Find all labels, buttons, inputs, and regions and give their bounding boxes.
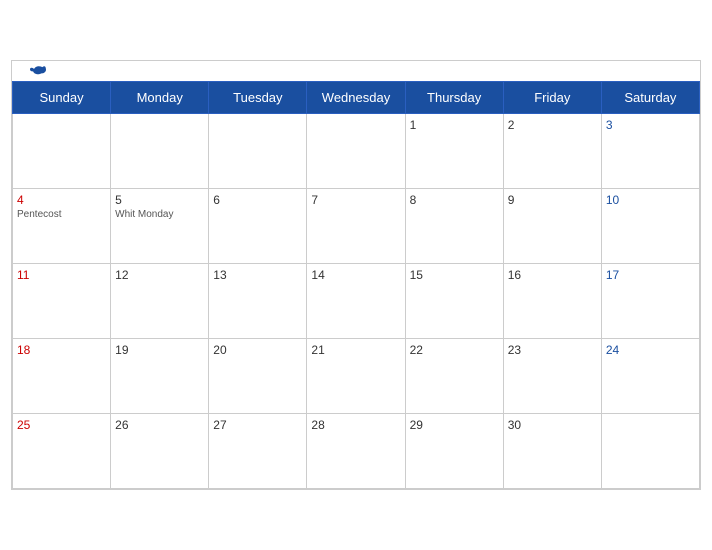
day-number: 16 [508, 268, 597, 282]
calendar-cell: 18 [13, 339, 111, 414]
weekday-header-friday: Friday [503, 82, 601, 114]
calendar-cell: 21 [307, 339, 405, 414]
day-number: 18 [17, 343, 106, 357]
calendar-container: SundayMondayTuesdayWednesdayThursdayFrid… [11, 60, 701, 490]
calendar-cell: 6 [209, 189, 307, 264]
calendar-cell [209, 114, 307, 189]
day-number: 10 [606, 193, 695, 207]
day-number: 9 [508, 193, 597, 207]
calendar-cell: 13 [209, 264, 307, 339]
day-number: 28 [311, 418, 400, 432]
calendar-header [12, 61, 700, 81]
day-number: 27 [213, 418, 302, 432]
calendar-cell: 27 [209, 414, 307, 489]
day-number: 12 [115, 268, 204, 282]
holiday-name: Pentecost [17, 209, 106, 220]
calendar-cell: 7 [307, 189, 405, 264]
calendar-cell: 20 [209, 339, 307, 414]
calendar-cell [307, 114, 405, 189]
calendar-cell: 8 [405, 189, 503, 264]
calendar-cell: 5 Whit Monday [111, 189, 209, 264]
week-row-1: 123 [13, 114, 700, 189]
day-number: 19 [115, 343, 204, 357]
calendar-cell: 23 [503, 339, 601, 414]
calendar-grid: SundayMondayTuesdayWednesdayThursdayFrid… [12, 81, 700, 489]
weekday-header-tuesday: Tuesday [209, 82, 307, 114]
day-number: 24 [606, 343, 695, 357]
day-number: 20 [213, 343, 302, 357]
calendar-cell: 17 [601, 264, 699, 339]
calendar-cell: 22 [405, 339, 503, 414]
weekday-header-monday: Monday [111, 82, 209, 114]
calendar-cell: 10 [601, 189, 699, 264]
day-number: 1 [410, 118, 499, 132]
calendar-cell: 29 [405, 414, 503, 489]
day-number: 5 [115, 193, 204, 207]
day-number: 13 [213, 268, 302, 282]
day-number: 15 [410, 268, 499, 282]
day-number: 29 [410, 418, 499, 432]
calendar-cell: 12 [111, 264, 209, 339]
calendar-cell: 3 [601, 114, 699, 189]
day-number: 21 [311, 343, 400, 357]
calendar-cell: 2 [503, 114, 601, 189]
week-row-4: 18 19 20 21 22 23 24 [13, 339, 700, 414]
day-number: 22 [410, 343, 499, 357]
day-number: 23 [508, 343, 597, 357]
day-number: 17 [606, 268, 695, 282]
weekday-header-wednesday: Wednesday [307, 82, 405, 114]
calendar-cell: 25 [13, 414, 111, 489]
week-row-2: 4 Pentecost 5 Whit Monday 6789 10 [13, 189, 700, 264]
weekday-header-sunday: Sunday [13, 82, 111, 114]
calendar-cell: 16 [503, 264, 601, 339]
logo-blue-text [28, 64, 46, 78]
weekday-header-saturday: Saturday [601, 82, 699, 114]
day-number: 2 [508, 118, 597, 132]
calendar-cell: 14 [307, 264, 405, 339]
calendar-cell: 26 [111, 414, 209, 489]
calendar-cell: 30 [503, 414, 601, 489]
calendar-cell [13, 114, 111, 189]
holiday-name: Whit Monday [115, 209, 204, 220]
calendar-cell: 28 [307, 414, 405, 489]
calendar-cell: 11 [13, 264, 111, 339]
weekday-header-row: SundayMondayTuesdayWednesdayThursdayFrid… [13, 82, 700, 114]
day-number: 30 [508, 418, 597, 432]
calendar-cell: 19 [111, 339, 209, 414]
logo [28, 64, 46, 78]
calendar-cell: 9 [503, 189, 601, 264]
day-number: 3 [606, 118, 695, 132]
calendar-cell: 1 [405, 114, 503, 189]
weekday-header-thursday: Thursday [405, 82, 503, 114]
day-number: 11 [17, 268, 106, 282]
calendar-cell [111, 114, 209, 189]
calendar-cell: 15 [405, 264, 503, 339]
calendar-cell: 4 Pentecost [13, 189, 111, 264]
day-number: 25 [17, 418, 106, 432]
day-number: 14 [311, 268, 400, 282]
day-number: 26 [115, 418, 204, 432]
day-number: 4 [17, 193, 106, 207]
calendar-cell: 24 [601, 339, 699, 414]
week-row-5: 25 26 27 28 29 30 [13, 414, 700, 489]
logo-bird-icon [30, 64, 46, 78]
day-number: 8 [410, 193, 499, 207]
day-number: 7 [311, 193, 400, 207]
week-row-3: 11 12 13 14 15 16 17 [13, 264, 700, 339]
day-number: 6 [213, 193, 302, 207]
calendar-cell [601, 414, 699, 489]
